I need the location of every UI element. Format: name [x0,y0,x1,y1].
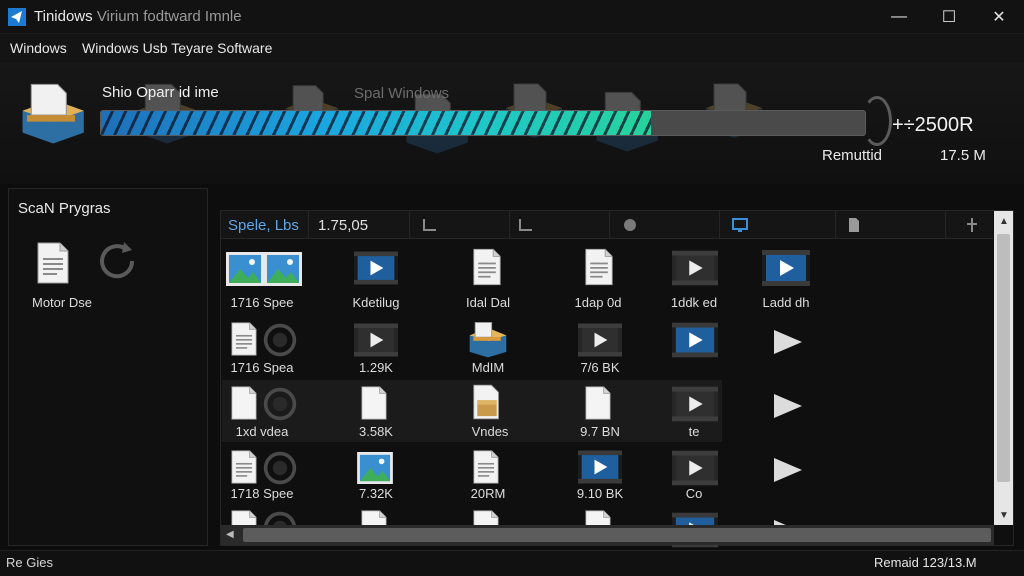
video-icon[interactable] [578,450,622,484]
file-label: 1ddk ed [670,295,718,310]
progress-fill [101,111,652,135]
blank-file-icon[interactable] [584,386,612,420]
banner-title: Shio Oparr id ime [102,84,219,101]
document-icon[interactable] [472,248,502,286]
monitor-icon[interactable] [731,216,749,234]
video-icon[interactable] [672,250,718,286]
left-panel-title: ScaN Prygras [18,200,111,217]
document-icon[interactable] [584,248,614,286]
column-header-name[interactable]: Spele, Lbs [228,217,299,234]
horizontal-scroll-thumb[interactable] [243,528,991,542]
image-icon[interactable] [226,252,264,286]
scroll-left-icon[interactable]: ◀ [226,529,234,540]
refresh-icon[interactable] [94,238,140,284]
disc-icon[interactable] [262,322,298,358]
remaining-value: 17.5 M [940,147,986,164]
menu-item-software[interactable]: Windows Usb Teyare Software [82,40,272,56]
menu-item-windows[interactable]: Windows [10,40,67,56]
record-icon[interactable] [621,216,639,234]
file-icon[interactable] [845,216,863,234]
video-icon[interactable] [354,322,398,358]
video-icon[interactable] [762,250,810,286]
file-label: 1.29K [359,360,393,375]
video-icon[interactable] [672,450,718,486]
corner-icon[interactable] [517,216,535,234]
file-label: 1716 Spee [230,295,294,310]
window-title-app: Tinidows [34,8,93,25]
image-icon[interactable] [356,452,394,484]
document-icon[interactable] [472,450,500,484]
archive-icon[interactable] [472,384,502,420]
file-label: Vndes [471,424,509,439]
corner-icon[interactable] [421,216,439,234]
progress-bar [100,110,866,136]
file-label: 3.58K [359,424,393,439]
scroll-down-icon[interactable]: ▼ [999,510,1009,521]
video-icon[interactable] [578,322,622,358]
document-icon[interactable] [230,322,258,356]
status-left: Re Gies [6,555,53,570]
video-icon[interactable] [672,322,718,358]
file-label: Idal Dal [465,295,511,310]
column-header-size[interactable]: 1.75,05 [318,217,368,234]
file-label: Ladd dh [762,295,810,310]
window-title-rest: Virium fodtward [96,8,201,25]
file-label: 1716 Spea [230,360,294,375]
file-label: Kdetilug [352,295,400,310]
file-label: 1xd vdea [235,424,289,439]
disc-icon[interactable] [262,386,298,422]
maximize-button[interactable]: ☐ [924,0,974,34]
blank-file-icon[interactable] [230,386,258,420]
file-label: 9.10 BK [576,486,624,501]
disc-icon[interactable] [262,450,298,486]
left-panel-item-label: Motor Dse [32,295,92,310]
video-icon[interactable] [354,250,398,286]
file-label: MdIM [471,360,505,375]
window-title-dim: Imnle [204,8,242,25]
total-size: +÷2500R [892,114,974,136]
play-icon[interactable] [762,452,810,488]
pin-icon[interactable] [963,216,981,234]
video-icon[interactable] [672,386,718,422]
play-icon[interactable] [762,388,810,424]
file-label: 7/6 BK [580,360,620,375]
file-label: 7.32K [359,486,393,501]
file-label: 20RM [470,486,506,501]
window-title: Tinidows Virium fodtward Imnle [34,8,242,25]
status-bar [0,550,1024,576]
file-label: 9.7 BN [580,424,620,439]
remaining-label: Remuttid [822,147,883,164]
scroll-up-icon[interactable]: ▲ [999,216,1009,227]
banner-subtitle: Spal Windows [354,85,450,102]
blank-file-icon[interactable] [360,386,388,420]
file-label: Co [685,486,703,501]
installer-printer-icon [16,78,86,150]
file-label: 1dap 0d [574,295,622,310]
minimize-button[interactable]: — [874,0,924,34]
document-icon[interactable] [36,242,70,284]
app-icon [8,8,26,26]
file-label: 1718 Spee [230,486,294,501]
package-icon[interactable] [466,320,510,358]
image-icon[interactable] [264,252,302,286]
scroll-thumb[interactable] [997,234,1010,482]
play-icon[interactable] [762,324,810,360]
close-button[interactable]: ✕ [974,0,1024,34]
status-right: Remaid 123/13.M [874,555,977,570]
spinner-ring-icon [862,96,892,146]
document-icon[interactable] [230,450,258,484]
file-label: te [688,424,700,439]
